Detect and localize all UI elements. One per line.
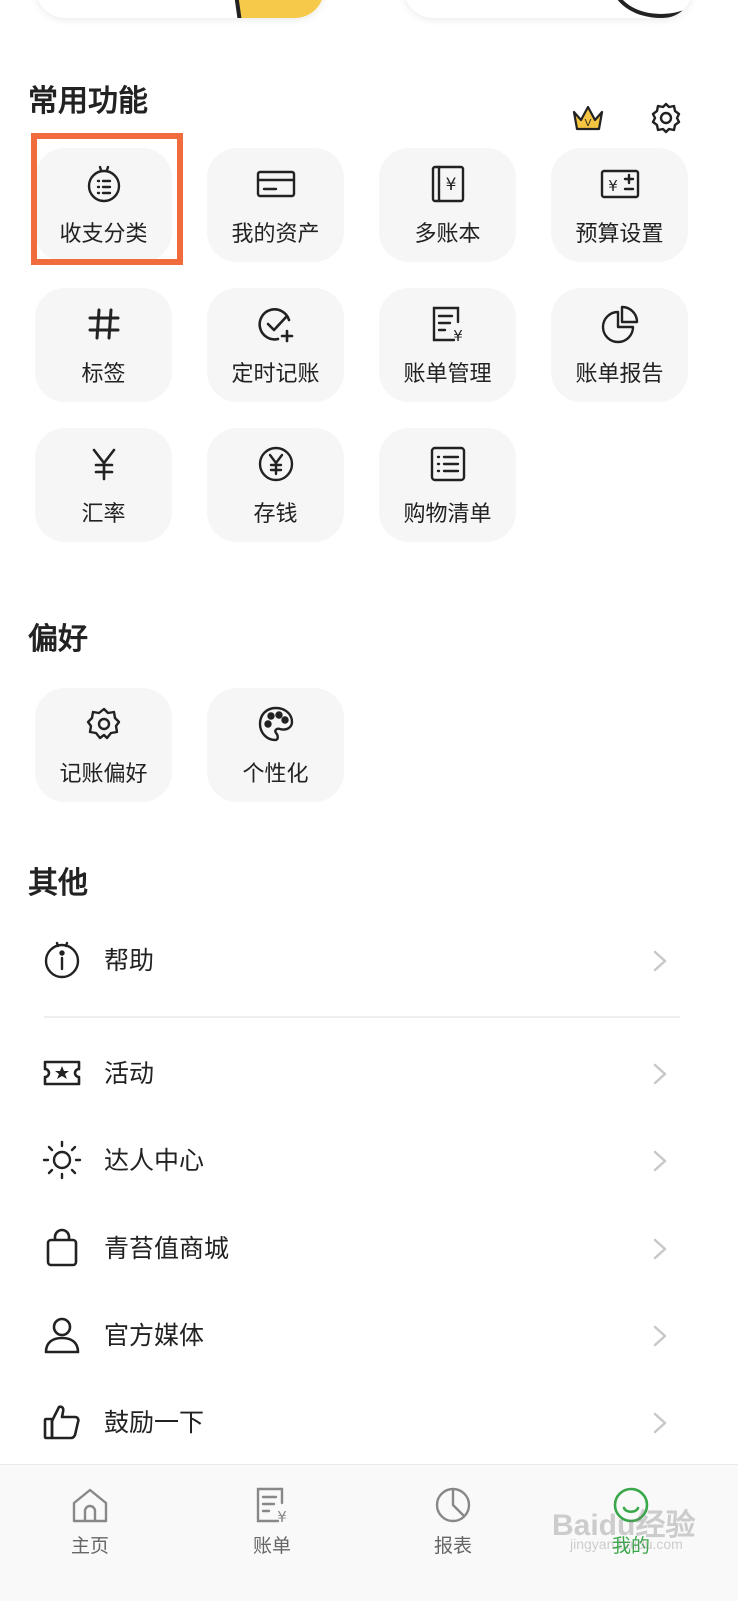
svg-text:¥: ¥ <box>453 327 463 344</box>
feature-label: 账单报告 <box>575 362 664 387</box>
tab-home[interactable]: 主页 <box>45 1485 135 1558</box>
svg-text:V: V <box>585 118 592 129</box>
thumbs-up-icon <box>42 1402 82 1442</box>
pie-report-icon <box>600 304 640 344</box>
tab-bills[interactable]: ¥ 账单 <box>227 1485 317 1558</box>
chevron-right-icon <box>652 1237 668 1261</box>
list-item-label: 官方媒体 <box>104 1321 205 1350</box>
chevron-right-icon <box>652 949 668 973</box>
section-title-other: 其他 <box>28 866 88 901</box>
feature-label: 定时记账 <box>231 362 320 387</box>
budget-icon: ¥ <box>600 164 640 204</box>
feature-bookkeeping-preference[interactable]: 记账偏好 <box>35 688 172 802</box>
top-card-left[interactable] <box>36 0 324 18</box>
chevron-right-icon <box>652 1324 668 1348</box>
feature-label: 购物清单 <box>403 502 492 527</box>
scheduled-check-icon <box>256 304 296 344</box>
highlight-box <box>31 133 183 265</box>
chevron-right-icon <box>652 1411 668 1435</box>
svg-text:¥: ¥ <box>608 177 618 195</box>
list-item-label: 鼓励一下 <box>104 1408 205 1437</box>
feature-label: 账单管理 <box>403 362 492 387</box>
checklist-icon <box>428 444 468 484</box>
svg-text:¥: ¥ <box>277 1508 287 1525</box>
feature-my-assets[interactable]: 我的资产 <box>207 148 344 262</box>
feature-label: 多账本 <box>414 222 481 247</box>
list-item-expert-center[interactable]: 达人中心 <box>0 1125 738 1195</box>
bill-tab-icon: ¥ <box>252 1485 292 1525</box>
section-title-preferences: 偏好 <box>28 622 88 657</box>
feature-bill-report[interactable]: 账单报告 <box>551 288 688 402</box>
feature-label: 存钱 <box>253 502 298 527</box>
yen-coin-icon <box>256 444 296 484</box>
top-card-right[interactable] <box>404 0 692 18</box>
list-item-label: 帮助 <box>104 946 155 975</box>
palette-icon <box>256 704 296 744</box>
home-icon <box>70 1485 110 1525</box>
watermark-sub: jingyan.baidu.com <box>570 1536 683 1552</box>
bill-icon: ¥ <box>428 304 468 344</box>
decorative-sticker <box>231 0 324 18</box>
svg-text:¥: ¥ <box>445 175 456 195</box>
feature-bill-management[interactable]: ¥ 账单管理 <box>379 288 516 402</box>
feature-label: 个性化 <box>242 762 309 787</box>
list-item-label: 青苔值商城 <box>104 1234 230 1263</box>
tab-label: 报表 <box>433 1535 472 1557</box>
sun-icon <box>42 1140 82 1180</box>
mascot-illustration <box>612 0 692 18</box>
feature-label: 记账偏好 <box>59 762 148 787</box>
list-item-label: 活动 <box>104 1059 155 1088</box>
section-title-common: 常用功能 <box>28 84 148 119</box>
user-icon <box>42 1315 82 1355</box>
chevron-right-icon <box>652 1062 668 1086</box>
card-icon <box>256 164 296 204</box>
feature-personalization[interactable]: 个性化 <box>207 688 344 802</box>
feature-label: 标签 <box>81 362 126 387</box>
feature-scheduled[interactable]: 定时记账 <box>207 288 344 402</box>
feature-saving[interactable]: 存钱 <box>207 428 344 542</box>
feature-tags[interactable]: 标签 <box>35 288 172 402</box>
gear-flower-icon <box>84 704 124 744</box>
crown-icon[interactable]: V <box>570 100 606 136</box>
feature-multi-ledger[interactable]: ¥ 多账本 <box>379 148 516 262</box>
tab-reports[interactable]: 报表 <box>408 1485 498 1558</box>
list-item-help[interactable]: 帮助 <box>0 925 738 995</box>
shopping-bag-icon <box>42 1228 82 1268</box>
list-item-moss-store[interactable]: 青苔值商城 <box>0 1213 738 1283</box>
tab-label: 账单 <box>252 1535 291 1557</box>
ticket-icon <box>42 1053 82 1093</box>
feature-shopping-list[interactable]: 购物清单 <box>379 428 516 542</box>
feature-exchange-rate[interactable]: 汇率 <box>35 428 172 542</box>
feature-label: 我的资产 <box>231 222 320 247</box>
gear-icon[interactable] <box>648 100 684 136</box>
divider <box>44 1016 680 1018</box>
feature-label: 预算设置 <box>575 222 664 247</box>
chart-tab-icon <box>433 1485 473 1525</box>
list-item-encourage[interactable]: 鼓励一下 <box>0 1387 738 1457</box>
list-item-label: 达人中心 <box>104 1146 205 1175</box>
ledger-book-icon: ¥ <box>428 164 468 204</box>
feature-budget[interactable]: ¥ 预算设置 <box>551 148 688 262</box>
yen-icon <box>84 444 124 484</box>
list-item-activity[interactable]: 活动 <box>0 1038 738 1108</box>
list-item-official-media[interactable]: 官方媒体 <box>0 1300 738 1370</box>
tab-label: 主页 <box>70 1535 109 1557</box>
chevron-right-icon <box>652 1149 668 1173</box>
info-icon <box>42 940 82 980</box>
feature-label: 汇率 <box>81 502 126 527</box>
hashtag-icon <box>84 304 124 344</box>
